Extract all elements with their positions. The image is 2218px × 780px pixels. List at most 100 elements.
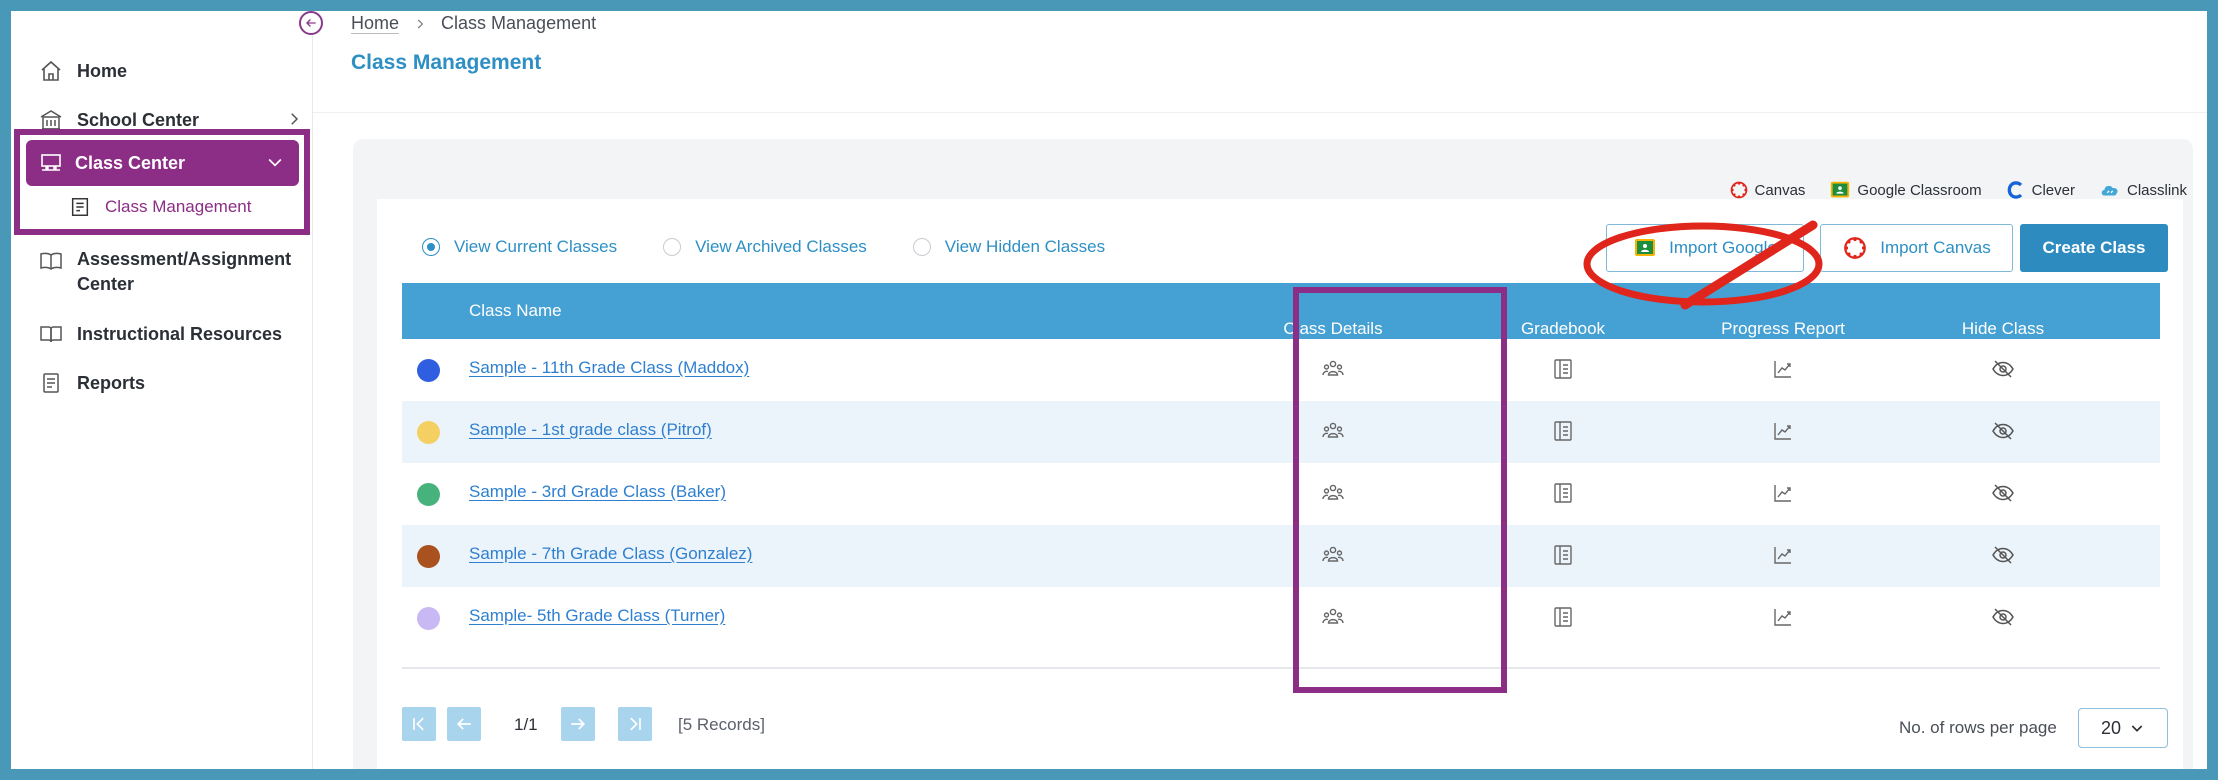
hide-class-icon[interactable] [1991,357,2015,381]
radio-label: View Current Classes [454,237,618,256]
sidebar-collapse-button[interactable] [299,11,323,35]
classlink-icon [2101,185,2118,196]
arrow-right-icon [571,718,586,730]
next-page-button[interactable] [561,707,595,741]
table-row: Sample - 11th Grade Class (Maddox) [402,339,2160,401]
last-page-button[interactable] [618,707,652,741]
class-details-icon[interactable] [1321,481,1345,505]
rows-per-page-select[interactable]: 20 [2078,708,2168,748]
integration-clever[interactable]: Clever [2006,180,2075,200]
column-header-class-details: Class Details [1283,319,1383,338]
class-color-dot [417,359,440,382]
chevron-down-icon [2131,725,2143,732]
radio-view-current[interactable]: View Current Classes [422,237,617,257]
canvas-icon [1844,237,1867,259]
header-divider [313,112,2207,113]
table-row: Sample - 1st grade class (Pitrof) [402,401,2160,463]
first-page-icon [413,717,424,731]
column-header-class-name[interactable]: Class Name [469,301,562,321]
hide-class-icon[interactable] [1991,543,2015,567]
sidebar-item-label: Class Center [75,152,186,173]
sidebar-item-class-center[interactable]: Class Center [26,140,299,186]
integration-google-classroom[interactable]: Google Classroom [1829,179,1982,201]
rows-per-page-value: 20 [2100,717,2122,738]
radio-label: View Hidden Classes [944,237,1106,256]
import-canvas-button[interactable]: Import Canvas [1820,224,2013,272]
chevron-down-icon [268,158,282,167]
class-name-link[interactable]: Sample - 1st grade class (Pitrof) [469,420,712,440]
progress-report-icon[interactable] [1771,481,1795,505]
sidebar-item-home[interactable]: Home [39,59,127,83]
class-name-link[interactable]: Sample- 5th Grade Class (Turner) [469,606,725,626]
class-name-link[interactable]: Sample - 7th Grade Class (Gonzalez) [469,544,752,564]
sidebar: Home School Center Class Center Class Ma… [11,11,313,769]
arrow-left-icon [456,718,471,730]
progress-report-icon[interactable] [1771,357,1795,381]
button-label: Create Class [2042,238,2146,257]
integration-canvas[interactable]: Canvas [1729,180,1805,200]
sidebar-item-label: School Center [77,109,200,130]
class-color-dot [417,545,440,568]
integration-label: Classlink [2126,181,2187,199]
progress-report-icon[interactable] [1771,605,1795,629]
class-name-link[interactable]: Sample - 3rd Grade Class (Baker) [469,482,726,502]
sidebar-item-assessment-center[interactable]: Assessment/Assignment Center [39,247,291,297]
clever-icon [2007,181,2022,199]
home-icon [41,60,61,81]
class-color-dot [417,421,440,444]
sidebar-item-label: Instructional Resources [77,323,283,344]
gradebook-icon[interactable] [1551,357,1575,381]
google-classroom-icon [1831,181,1850,198]
column-header-progress-report: Progress Report [1721,319,1845,338]
column-header-gradebook: Gradebook [1520,319,1606,338]
class-details-icon[interactable] [1321,419,1345,443]
report-icon [43,373,59,393]
book-icon [40,326,62,343]
import-google-button[interactable]: Import Google [1606,224,1804,272]
gradebook-icon[interactable] [1551,481,1575,505]
progress-report-icon[interactable] [1771,419,1795,443]
create-class-button[interactable]: Create Class [2020,224,2168,272]
class-name-link[interactable]: Sample - 11th Grade Class (Maddox) [469,358,749,378]
sidebar-item-label: Assessment/Assignment [77,249,292,269]
breadcrumb: Home Class Management [351,13,596,34]
chevron-right-icon [291,113,299,125]
class-details-icon[interactable] [1321,605,1345,629]
app-frame: Home School Center Class Center Class Ma… [11,11,2207,769]
first-page-button[interactable] [402,707,436,741]
sidebar-subitem-class-management[interactable]: Class Management [69,196,251,218]
radio-unselected-icon [663,238,682,256]
table-row: Sample - 7th Grade Class (Gonzalez) [402,525,2160,587]
arrow-left-icon [306,19,316,27]
hide-class-icon[interactable] [1991,419,2015,443]
progress-report-icon[interactable] [1771,543,1795,567]
breadcrumb-current: Class Management [441,13,597,33]
breadcrumb-home-link[interactable]: Home [351,13,399,34]
rows-per-page-label: No. of rows per page [1899,718,2057,737]
sidebar-item-label-line2: Center [77,274,135,294]
hide-class-icon[interactable] [1991,605,2015,629]
integration-classlink[interactable]: Classlink [2099,179,2187,201]
gradebook-icon[interactable] [1551,419,1575,443]
integration-label: Google Classroom [1857,181,1982,199]
radio-unselected-icon [912,238,931,256]
class-color-dot [417,607,440,630]
class-details-icon[interactable] [1321,543,1345,567]
gradebook-icon[interactable] [1551,605,1575,629]
canvas-icon [1730,181,1747,199]
page-title: Class Management [351,51,542,74]
class-details-icon[interactable] [1321,357,1345,381]
table-header: Class Name Class Details Gradebook Progr… [402,283,2160,339]
radio-view-archived[interactable]: View Archived Classes [663,237,867,257]
sidebar-item-reports[interactable]: Reports [39,371,145,395]
gradebook-icon[interactable] [1551,543,1575,567]
sidebar-subitem-label: Class Management [105,197,252,216]
sidebar-item-label: Home [77,60,128,81]
hide-class-icon[interactable] [1991,481,2015,505]
sidebar-item-instructional-resources[interactable]: Instructional Resources [39,322,282,346]
chevron-right-icon [417,19,424,28]
classroom-icon [41,154,61,171]
prev-page-button[interactable] [447,707,481,741]
page-indicator: 1/1 [514,715,538,734]
radio-view-hidden[interactable]: View Hidden Classes [912,237,1106,257]
